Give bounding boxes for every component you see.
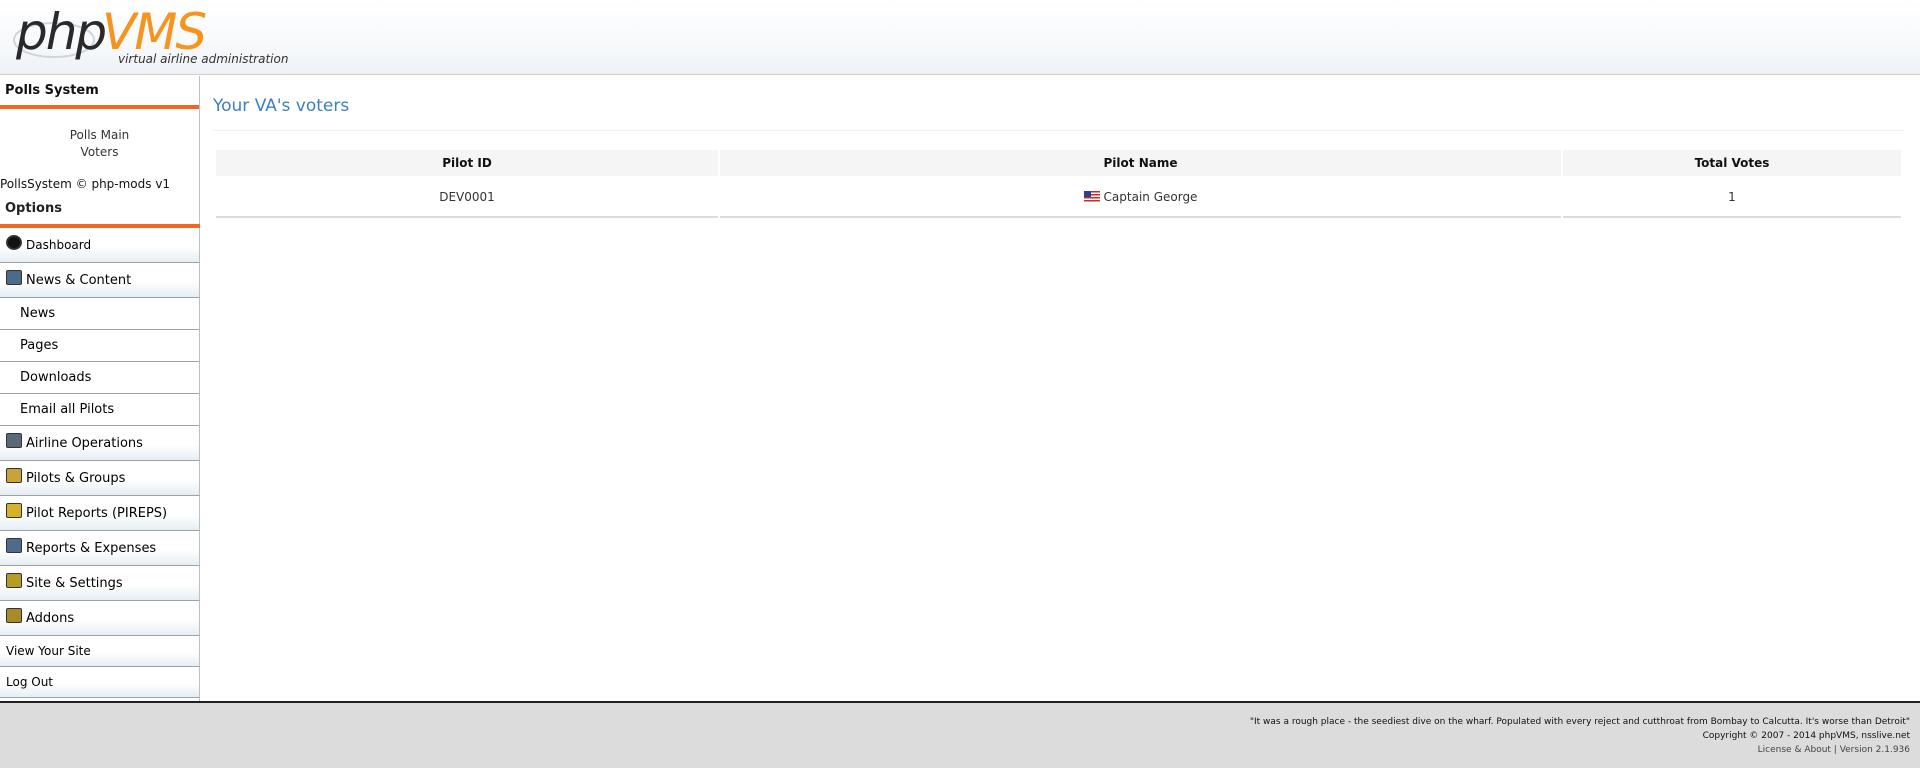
reports-icon (6, 537, 22, 553)
menu-label: Site & Settings (26, 575, 123, 591)
menu-airline-operations[interactable]: Airline Operations (0, 426, 200, 461)
dashboard-icon (6, 234, 22, 250)
menu-log-out[interactable]: Log Out (0, 667, 200, 698)
menu-label: Airline Operations (26, 435, 143, 451)
menu-label: News (20, 306, 56, 321)
header-total-votes[interactable]: Total Votes (1563, 150, 1901, 176)
menu-pilot-reports[interactable]: Pilot Reports (PIREPS) (0, 496, 200, 531)
settings-icon (6, 572, 22, 588)
polls-system-title: Polls System (0, 76, 199, 109)
menu-label: Log Out (6, 675, 54, 689)
voters-table: Pilot ID Pilot Name Total Votes DEV0001 … (214, 148, 1903, 220)
menu-label: Addons (26, 610, 75, 626)
footer-quote: "It was a rough place - the seediest div… (1249, 717, 1910, 727)
pilot-name-link[interactable]: Captain George (1104, 190, 1198, 204)
menu-site-settings[interactable]: Site & Settings (0, 566, 200, 601)
menu-label: Reports & Expenses (26, 540, 157, 556)
table-row: DEV0001 Captain George 1 (216, 178, 1901, 218)
menu-news[interactable]: News (0, 298, 200, 330)
footer-copyright: Copyright © 2007 - 2014 phpVMS, nsslive.… (1702, 731, 1910, 741)
menu-reports-expenses[interactable]: Reports & Expenses (0, 531, 200, 566)
menu-label: Pages (20, 338, 59, 353)
menu-label: Downloads (20, 370, 92, 385)
menu-news-content[interactable]: News & Content (0, 263, 200, 298)
menu-label: View Your Site (6, 644, 91, 658)
pilots-icon (6, 467, 22, 483)
addons-icon (6, 607, 22, 623)
cell-pilot-id: DEV0001 (216, 178, 718, 218)
footer-text: "It was a rough place - the seediest div… (1250, 715, 1910, 757)
footer: "It was a rough place - the seediest div… (0, 701, 1920, 768)
header-pilot-id[interactable]: Pilot ID (216, 150, 718, 176)
polls-main-link[interactable]: Polls Main (0, 127, 199, 144)
menu-pages[interactable]: Pages (0, 330, 200, 362)
admin-menu: Dashboard News & Content News Pages Down… (0, 228, 200, 698)
logo-tagline: virtual airline administration (118, 52, 289, 66)
menu-label: News & Content (26, 272, 132, 288)
header-pilot-name[interactable]: Pilot Name (720, 150, 1561, 176)
voters-link[interactable]: Voters (0, 144, 199, 161)
airline-icon (6, 432, 22, 448)
phpvms-logo[interactable]: php VMS virtual airline administration (12, 3, 288, 70)
pireps-icon (6, 502, 22, 518)
cell-pilot-name: Captain George (720, 178, 1561, 218)
news-icon (6, 269, 22, 285)
menu-label: Email all Pilots (20, 402, 115, 417)
menu-label: Dashboard (26, 238, 92, 252)
menu-label: Pilots & Groups (26, 470, 126, 486)
menu-label: Pilot Reports (PIREPS) (26, 505, 168, 521)
sidebar: Polls System Polls Main Voters PollsSyst… (0, 76, 200, 701)
page-title: Your VA's voters (213, 96, 1905, 131)
footer-links[interactable]: License & About | Version 2.1.936 (1250, 743, 1910, 757)
menu-addons[interactable]: Addons (0, 601, 200, 636)
menu-pilots-groups[interactable]: Pilots & Groups (0, 461, 200, 496)
cell-total-votes: 1 (1563, 178, 1901, 218)
header-bar: php VMS virtual airline administration (0, 0, 1920, 75)
menu-view-your-site[interactable]: View Your Site (0, 636, 200, 667)
options-title: Options (0, 199, 200, 228)
main-content: Your VA's voters Pilot ID Pilot Name Tot… (213, 96, 1905, 220)
menu-downloads[interactable]: Downloads (0, 362, 200, 394)
polls-copyright: PollsSystem © php-mods v1 (0, 177, 171, 191)
table-header-row: Pilot ID Pilot Name Total Votes (216, 150, 1901, 176)
logo-php-text: php (16, 3, 107, 61)
menu-dashboard[interactable]: Dashboard (0, 228, 200, 263)
menu-email-all-pilots[interactable]: Email all Pilots (0, 394, 200, 426)
us-flag-icon (1083, 191, 1100, 202)
